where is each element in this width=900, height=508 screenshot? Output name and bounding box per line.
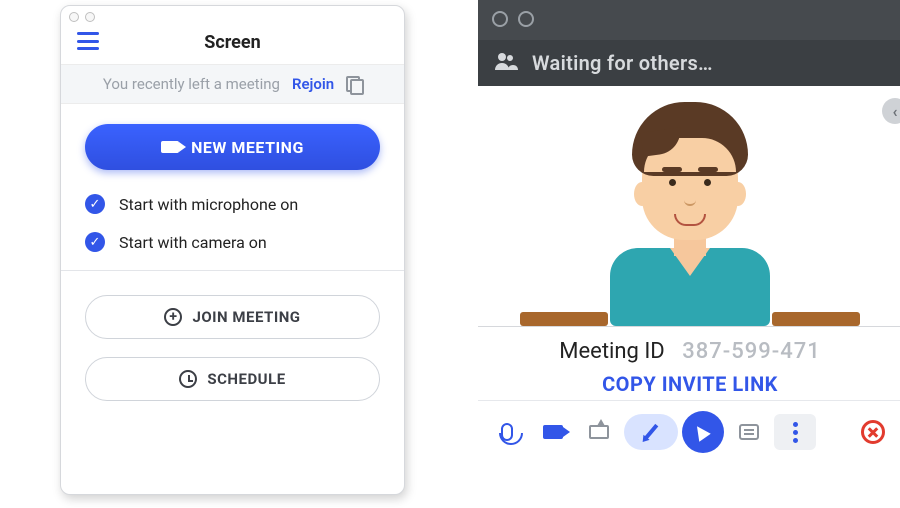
- more-options-button[interactable]: [774, 414, 816, 450]
- video-area: ‹: [478, 86, 900, 326]
- meeting-status-bar: Waiting for others…: [478, 40, 900, 86]
- divider: [61, 270, 404, 271]
- camera-button[interactable]: [532, 414, 574, 450]
- option-microphone[interactable]: ✓ Start with microphone on: [85, 194, 380, 214]
- option-camera[interactable]: ✓ Start with camera on: [85, 232, 380, 252]
- window-controls: [61, 6, 404, 20]
- microphone-icon: [501, 423, 513, 441]
- leave-meeting-button[interactable]: [852, 414, 894, 450]
- video-camera-icon: [161, 141, 179, 153]
- window-close-dot[interactable]: [492, 11, 508, 27]
- hamburger-menu-icon[interactable]: [77, 32, 99, 50]
- collapse-panel-icon[interactable]: ‹: [882, 98, 900, 124]
- meeting-toolbar: [478, 400, 900, 459]
- chat-icon: [739, 424, 759, 440]
- option-microphone-label: Start with microphone on: [119, 195, 298, 214]
- window-minimize-dot[interactable]: [518, 11, 534, 27]
- share-screen-button[interactable]: [578, 414, 620, 450]
- participants-icon: [494, 51, 518, 76]
- annotate-button[interactable]: [624, 414, 678, 450]
- copy-invite-link-button[interactable]: COPY INVITE LINK: [478, 372, 900, 396]
- cursor-icon: [691, 422, 710, 441]
- app-title: Screen: [204, 32, 260, 53]
- checkmark-icon: ✓: [85, 194, 105, 214]
- microphone-button[interactable]: [486, 414, 528, 450]
- window-controls: [478, 0, 900, 40]
- new-meeting-button[interactable]: NEW MEETING: [85, 124, 380, 170]
- chat-button[interactable]: [728, 414, 770, 450]
- schedule-label: SCHEDULE: [207, 370, 285, 388]
- participant-avatar: [570, 86, 810, 326]
- banner-text: You recently left a meeting: [103, 75, 280, 93]
- plus-circle-icon: +: [164, 308, 182, 326]
- rejoin-banner: You recently left a meeting Rejoin: [61, 64, 404, 104]
- more-vertical-icon: [793, 422, 798, 443]
- status-text: Waiting for others…: [532, 51, 713, 75]
- rejoin-link[interactable]: Rejoin: [292, 75, 334, 93]
- checkmark-icon: ✓: [85, 232, 105, 252]
- option-camera-label: Start with camera on: [119, 233, 267, 252]
- join-meeting-label: JOIN MEETING: [192, 308, 300, 326]
- video-camera-icon: [543, 425, 563, 439]
- meeting-window: Waiting for others… ‹ Meeting ID 387-599…: [478, 0, 900, 508]
- clock-icon: [179, 370, 197, 388]
- screen-app-window: Screen You recently left a meeting Rejoi…: [60, 5, 405, 495]
- new-meeting-label: NEW MEETING: [191, 138, 304, 157]
- meeting-info: Meeting ID 387-599-471 COPY INVITE LINK: [478, 326, 900, 400]
- join-meeting-button[interactable]: + JOIN MEETING: [85, 295, 380, 339]
- close-circle-icon: [861, 420, 885, 444]
- meeting-id-value: 387-599-471: [682, 339, 821, 364]
- meeting-id-label: Meeting ID: [559, 339, 664, 364]
- pointer-button[interactable]: [682, 411, 724, 453]
- pen-icon: [644, 424, 659, 440]
- app-header: Screen: [61, 20, 404, 64]
- share-screen-icon: [589, 425, 609, 439]
- schedule-button[interactable]: SCHEDULE: [85, 357, 380, 401]
- copy-icon[interactable]: [346, 76, 362, 92]
